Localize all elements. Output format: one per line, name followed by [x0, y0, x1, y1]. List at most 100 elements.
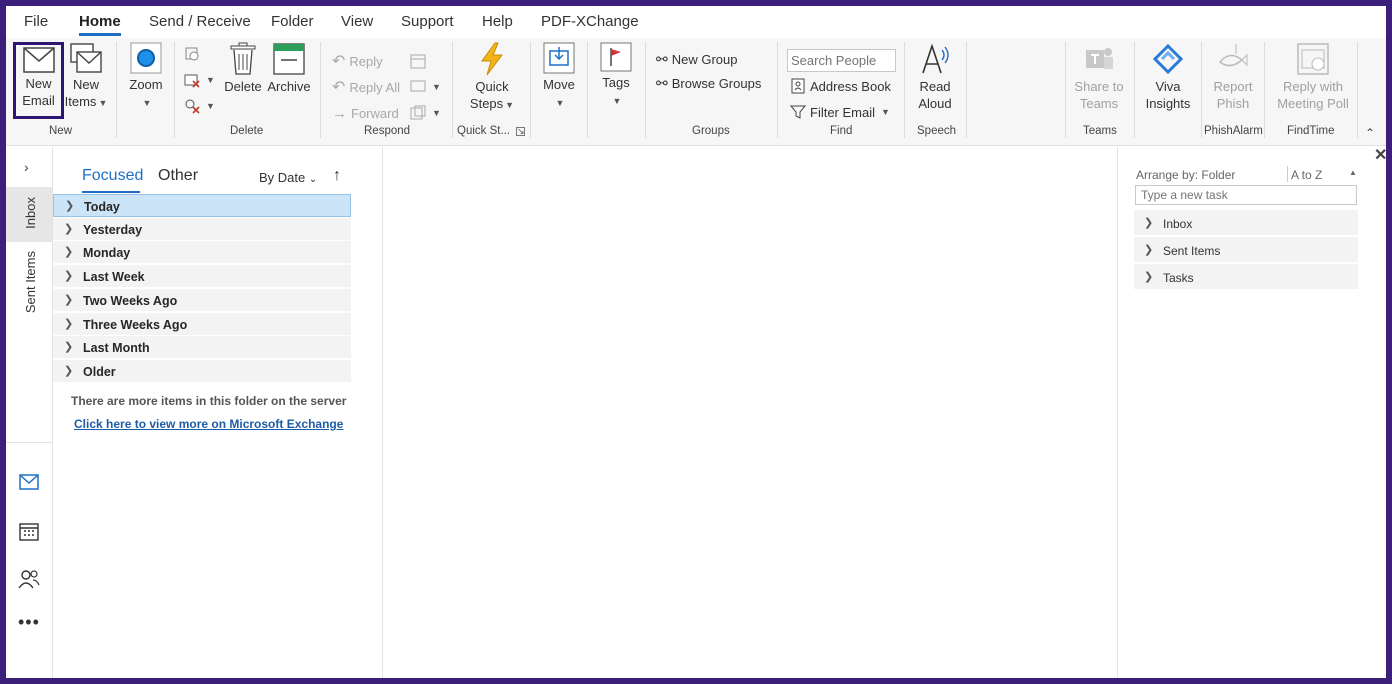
tab-help[interactable]: Help [482, 13, 513, 30]
outlook-window: File Home Send / Receive Folder View Sup… [6, 6, 1386, 678]
date-group-row[interactable]: ❯ Last Week [53, 265, 351, 289]
address-book-label: Address Book [810, 78, 891, 94]
tab-view[interactable]: View [341, 13, 373, 30]
viva-insights-icon [1152, 43, 1184, 75]
todo-pane: ✕ Arrange by: Folder A to Z ▲ ❯ Inbox ❯ Sen… [1117, 147, 1386, 678]
tab-file[interactable]: File [24, 13, 48, 30]
sort-order-caret-icon[interactable]: ▲ [1349, 168, 1357, 177]
nav-divider [6, 442, 52, 443]
date-group-row[interactable]: ❯ Today [53, 194, 351, 217]
group-label-teams: Teams [1083, 125, 1117, 137]
dialog-launcher-icon[interactable]: ↘ [516, 127, 525, 136]
archive-label: Archive [267, 79, 311, 94]
sort-order-label[interactable]: A to Z [1291, 168, 1322, 182]
task-folder-row[interactable]: ❯ Inbox [1134, 210, 1358, 236]
calendar-icon[interactable] [19, 521, 39, 541]
group-label-quick-steps: Quick St... [457, 125, 511, 137]
task-folder-label: Inbox [1163, 217, 1193, 231]
ribbon-divider [777, 42, 778, 138]
tags-button[interactable]: Tags ▼ [596, 42, 636, 110]
reading-pane [384, 147, 1117, 678]
meeting-poll-icon [1297, 43, 1329, 75]
junk-button[interactable]: ▼ [184, 96, 215, 116]
filter-email-button[interactable]: Filter Email ▼ [790, 102, 890, 122]
chevron-right-icon: ❯ [65, 200, 75, 212]
nav-inbox-tab[interactable]: Inbox [6, 187, 52, 242]
ribbon-divider [1201, 42, 1202, 138]
tab-folder[interactable]: Folder [271, 13, 314, 30]
view-exchange-link[interactable]: Click here to view more on Microsoft Exc… [74, 417, 343, 431]
clean-up-button[interactable]: ▼ [184, 70, 215, 90]
more-respond-button[interactable]: ▼ [410, 103, 441, 123]
search-people-input[interactable] [787, 49, 896, 72]
chevron-right-icon: ❯ [64, 341, 74, 354]
zoom-icon [130, 42, 162, 74]
new-items-label-2: Items [64, 94, 97, 109]
forward-button[interactable]: → Forward [332, 103, 399, 123]
tab-pdf-xchange[interactable]: PDF-XChange [541, 13, 639, 30]
address-book-button[interactable]: Address Book [790, 76, 891, 96]
move-button[interactable]: Move ▼ [539, 42, 579, 112]
date-group-row[interactable]: ❯ Monday [53, 241, 351, 265]
meeting-button[interactable] [410, 51, 426, 71]
archive-button[interactable]: Archive [267, 42, 311, 95]
close-todo-icon[interactable]: ✕ [1374, 145, 1386, 165]
reply-all-button[interactable]: ↶ Reply All [332, 77, 400, 97]
mail-icon[interactable] [19, 474, 39, 490]
report-phish-button[interactable]: Report Phish [1208, 42, 1258, 112]
reply-meeting-poll-button[interactable]: Reply with Meeting Poll [1272, 42, 1354, 112]
tab-send-receive[interactable]: Send / Receive [149, 13, 251, 30]
more-apps-icon[interactable]: ••• [18, 612, 40, 633]
new-items-button[interactable]: New Items ▼ [64, 42, 108, 112]
sort-label: By Date [259, 170, 306, 185]
new-group-button[interactable]: ⚯ New Group [656, 49, 737, 69]
im-button[interactable]: ▼ [410, 77, 441, 97]
clean-up-icon [184, 74, 200, 88]
sort-by-date-dropdown[interactable]: By Date ⌄ [259, 170, 317, 185]
flag-icon [600, 42, 632, 72]
browse-groups-button[interactable]: ⚯ Browse Groups [656, 73, 761, 93]
quick-steps-button[interactable]: Quick Steps ▼ [464, 42, 520, 114]
zoom-label: Zoom [129, 77, 163, 92]
new-task-input[interactable] [1135, 185, 1357, 205]
date-group-row[interactable]: ❯ Two Weeks Ago [53, 288, 351, 312]
task-folder-row[interactable]: ❯ Sent Items [1134, 237, 1358, 263]
date-group-row[interactable]: ❯ Last Month [53, 336, 351, 360]
nav-sent-items[interactable]: Sent Items [23, 251, 38, 313]
chevron-right-icon: ❯ [64, 317, 74, 330]
task-folder-row[interactable]: ❯ Tasks [1134, 264, 1358, 290]
meeting-icon [410, 54, 426, 69]
task-folder-label: Tasks [1163, 271, 1194, 285]
tab-other[interactable]: Other [158, 167, 198, 185]
date-group-label: Last Month [83, 341, 150, 356]
people-icon[interactable] [18, 569, 40, 589]
ribbon-divider [530, 42, 531, 138]
collapse-ribbon-icon[interactable]: ⌃ [1365, 126, 1375, 140]
read-aloud-button[interactable]: Read Aloud [912, 42, 958, 112]
delete-button[interactable]: Delete [222, 42, 264, 95]
date-group-row[interactable]: ❯ Older [53, 359, 351, 383]
ribbon: New Email New Items ▼ New Zoom ▼ ▼ ▼ Delet… [6, 38, 1386, 146]
report-phish-label-2: Phish [1216, 96, 1250, 111]
share-teams-label-2: Teams [1079, 96, 1119, 111]
group-label-respond: Respond [364, 125, 411, 137]
people-icon: ⚯ [656, 50, 668, 67]
task-folder-list: ❯ Inbox ❯ Sent Items ❯ Tasks [1118, 210, 1378, 300]
reply-button[interactable]: ↶ Reply [332, 51, 383, 71]
tab-focused[interactable]: Focused [82, 167, 143, 185]
date-group-row[interactable]: ❯ Three Weeks Ago [53, 312, 351, 336]
viva-insights-button[interactable]: Viva Insights [1142, 42, 1194, 112]
sort-direction-arrow-icon[interactable]: ↑ [333, 167, 341, 185]
tags-label: Tags [602, 75, 630, 90]
ignore-button[interactable] [184, 44, 200, 64]
tab-support[interactable]: Support [401, 13, 454, 30]
tab-home[interactable]: Home [79, 13, 121, 36]
zoom-button[interactable]: Zoom ▼ [126, 42, 166, 112]
date-group-row[interactable]: ❯ Yesterday [53, 217, 351, 241]
expand-folder-pane-icon[interactable]: › [24, 159, 29, 175]
arrange-by-label[interactable]: Arrange by: Folder [1136, 168, 1235, 182]
share-to-teams-button[interactable]: Share to Teams [1072, 42, 1126, 112]
junk-icon [185, 99, 200, 114]
new-email-button[interactable]: New Email [13, 42, 64, 119]
group-label-new: New [49, 125, 73, 137]
